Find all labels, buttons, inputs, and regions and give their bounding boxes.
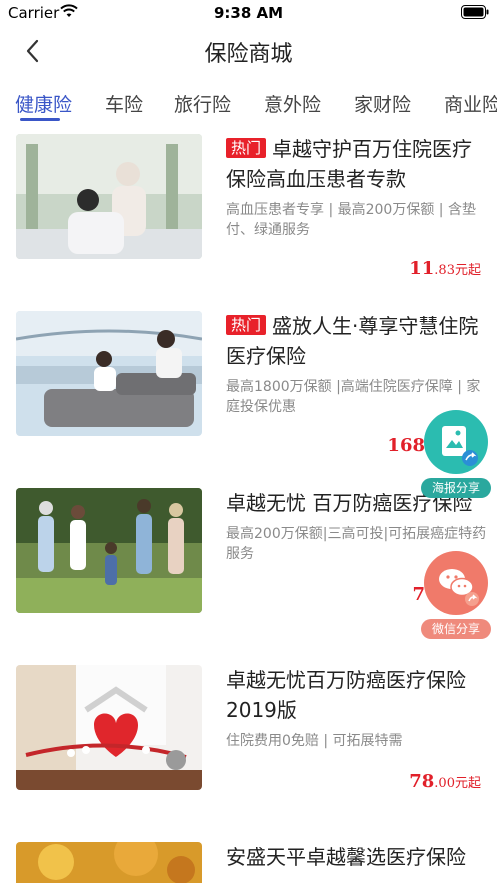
product-image <box>16 842 202 883</box>
product-name: 安盛天平卓越馨选医疗保险 <box>226 842 488 872</box>
product-price: 11.83元起 <box>409 258 481 279</box>
price-unit: 元起 <box>454 263 481 278</box>
poster-share-button[interactable]: 海报分享 <box>421 410 491 500</box>
product-name: 热门 盛放人生·尊享守慧住院医疗保险 <box>226 311 488 371</box>
active-tab-indicator <box>20 118 60 121</box>
tab-health[interactable]: 健康险 <box>15 90 72 117</box>
product-description: 高血压患者专享 | 最高200万保额 | 含垫付、绿通服务 <box>226 202 476 238</box>
product-price: 78.00元起 <box>409 771 481 792</box>
product-card[interactable]: 卓越无忧百万防癌医疗保险2019版 住院费用0免赔 | 可拓展特需 78.00元… <box>0 665 497 815</box>
wechat-share-button[interactable]: 微信分享 <box>421 551 491 641</box>
tab-travel[interactable]: 旅行险 <box>174 90 231 117</box>
navigation-bar: 保险商城 <box>0 28 497 74</box>
product-title: 安盛天平卓越馨选医疗保险 <box>226 845 466 869</box>
product-card[interactable]: 安盛天平卓越馨选医疗保险 <box>0 842 497 883</box>
category-tabs: 健康险 车险 旅行险 意外险 家财险 商业险 <box>0 80 497 128</box>
product-name: 卓越无忧百万防癌医疗保险2019版 <box>226 665 488 725</box>
wechat-share-label: 微信分享 <box>421 619 491 639</box>
poster-share-label: 海报分享 <box>421 478 491 498</box>
page-title: 保险商城 <box>204 42 293 67</box>
status-time: 9:38 AM <box>213 4 284 22</box>
product-image <box>16 311 202 436</box>
product-title: 卓越无忧百万防癌医疗保险2019版 <box>226 668 466 722</box>
battery-icon <box>461 5 489 19</box>
product-price: 168 <box>387 435 425 456</box>
hot-badge: 热门 <box>226 138 267 158</box>
tab-accident[interactable]: 意外险 <box>264 90 321 117</box>
poster-share-circle <box>424 410 488 474</box>
tab-home-property[interactable]: 家财险 <box>354 90 411 117</box>
price-unit: 元起 <box>454 776 481 791</box>
product-image <box>16 488 202 613</box>
price-decimal: .83 <box>434 263 455 278</box>
price-integer: 11 <box>409 258 435 279</box>
product-image <box>16 665 202 790</box>
tab-car[interactable]: 车险 <box>105 90 143 117</box>
status-bar: Carrier 9:38 AM <box>0 0 497 26</box>
hot-badge: 热门 <box>226 315 267 335</box>
product-image <box>16 134 202 259</box>
product-name: 热门 卓越守护百万住院医疗保险高血压患者专款 <box>226 134 488 194</box>
poster-image-icon <box>442 426 478 466</box>
price-decimal: .00 <box>434 776 455 791</box>
tab-commercial[interactable]: 商业险 <box>444 90 497 117</box>
product-description: 住院费用0免赔 | 可拓展特需 <box>226 733 403 749</box>
price-integer: 168 <box>387 435 425 456</box>
wechat-share-circle <box>424 551 488 615</box>
wechat-icon <box>439 569 479 606</box>
price-integer: 78 <box>409 771 435 792</box>
product-card[interactable]: 热门 卓越守护百万住院医疗保险高血压患者专款 高血压患者专享 | 最高200万保额… <box>0 134 497 284</box>
